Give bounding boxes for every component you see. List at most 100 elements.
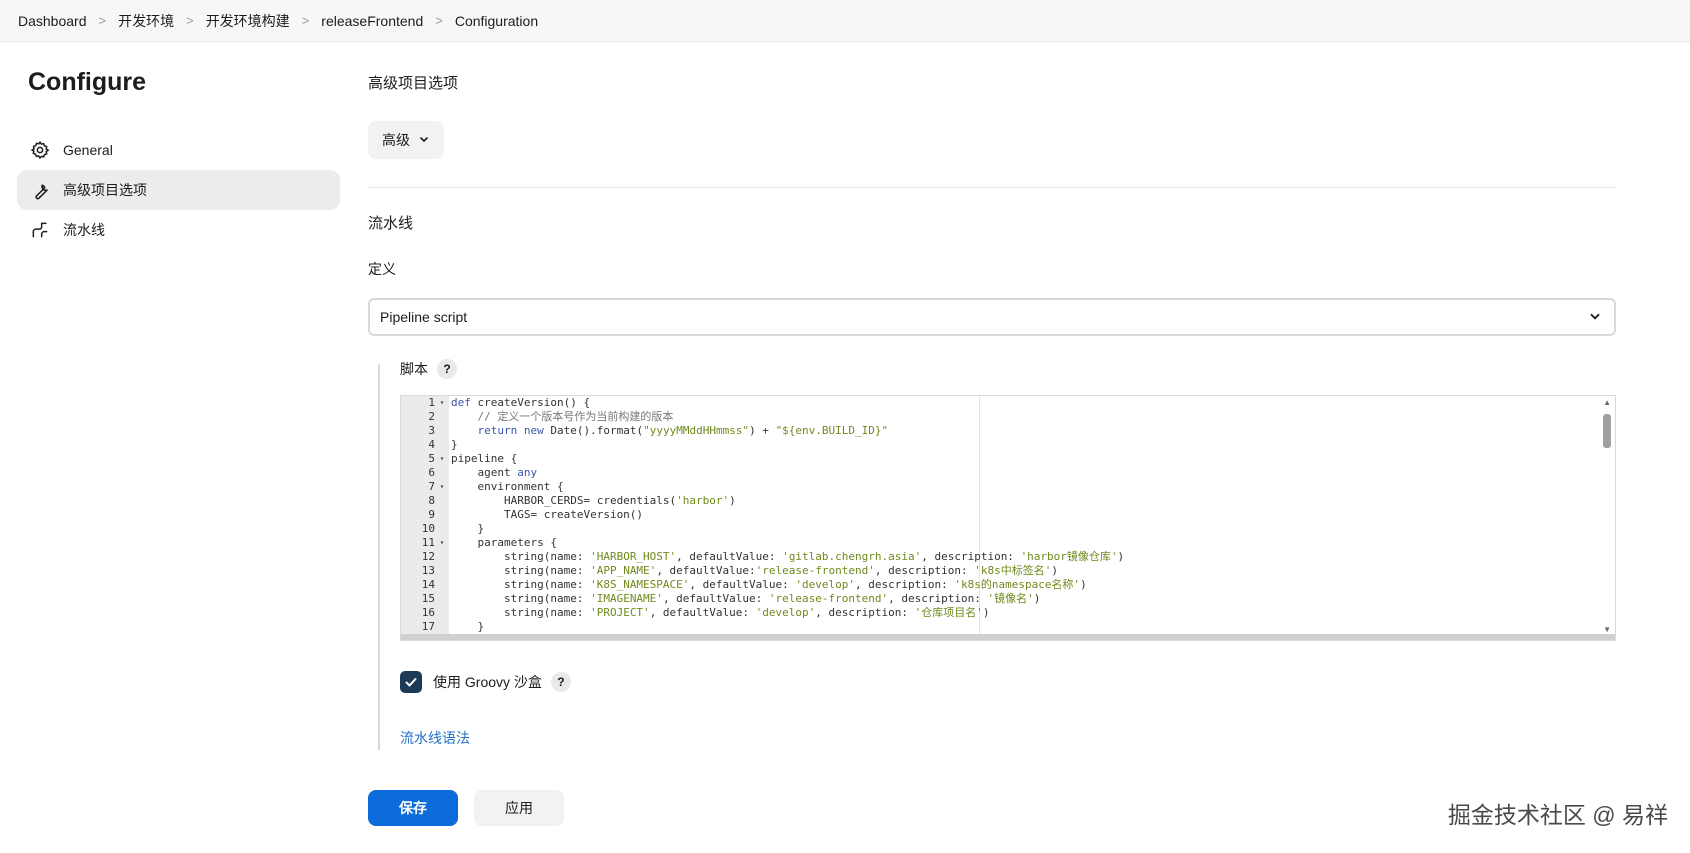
sidebar-item-pipeline[interactable]: 流水线	[17, 210, 340, 250]
line-number: 6	[428, 466, 435, 479]
wrench-icon	[29, 179, 51, 201]
code-text: string(name: 'APP_NAME', defaultValue:'r…	[451, 564, 1058, 577]
apply-button[interactable]: 应用	[474, 790, 564, 826]
script-label: 脚本	[400, 361, 428, 377]
line-number: 9	[428, 508, 435, 521]
breadcrumb: Dashboard > 开发环境 > 开发环境构建 > releaseFront…	[0, 0, 1690, 42]
editor-horizontal-scrollbar[interactable]	[401, 634, 1615, 640]
sandbox-label-row: 使用 Groovy 沙盒 ?	[433, 672, 571, 692]
line-number: 10	[421, 522, 435, 535]
code-line: 1 ▾ def createVersion() {	[401, 396, 1615, 410]
fold-arrow-icon[interactable]: ▾	[437, 536, 447, 550]
definition-select[interactable]: Pipeline script	[368, 298, 1616, 336]
code-text: // 定义一个版本号作为当前构建的版本	[477, 410, 674, 423]
code-text: environment {	[451, 480, 564, 493]
line-number: 5	[428, 452, 435, 465]
code-line: 17 }	[401, 620, 1615, 634]
line-number: 14	[421, 578, 435, 591]
code-text: string(name: 'K8S_NAMESPACE', defaultVal…	[451, 578, 1087, 591]
line-number: 2	[428, 410, 435, 423]
section-divider	[368, 187, 1616, 188]
chevron-right-icon: >	[98, 13, 107, 28]
code-line: 11 ▾ parameters {	[401, 536, 1615, 550]
code-line: 8 HARBOR_CERDS= credentials('harbor')	[401, 494, 1615, 508]
sidebar-item-label: 流水线	[63, 222, 105, 238]
code-line: 15 string(name: 'IMAGENAME', defaultValu…	[401, 592, 1615, 606]
code-line: 16 string(name: 'PROJECT', defaultValue:…	[401, 606, 1615, 620]
code-text: }	[451, 620, 485, 633]
save-button[interactable]: 保存	[368, 790, 458, 826]
check-icon	[405, 678, 417, 687]
help-icon[interactable]: ?	[550, 672, 571, 692]
page-title: Configure	[28, 68, 147, 96]
code-line: 5 ▾ pipeline {	[401, 452, 1615, 466]
breadcrumb-dev-env[interactable]: 开发环境	[118, 11, 174, 31]
gear-icon	[29, 139, 51, 161]
definition-select-value: Pipeline script	[380, 309, 468, 325]
sidebar-item-advanced[interactable]: 高级项目选项	[17, 170, 340, 210]
line-number: 15	[421, 592, 435, 605]
line-number: 8	[428, 494, 435, 507]
line-number: 1	[428, 396, 435, 409]
line-number: 13	[421, 564, 435, 577]
code-text: pipeline {	[451, 452, 518, 465]
line-number: 11	[421, 536, 435, 549]
sidebar-item-general[interactable]: General	[17, 130, 340, 170]
code-text: def createVersion() {	[451, 396, 591, 409]
code-line: 2 // 定义一个版本号作为当前构建的版本	[401, 410, 1615, 424]
chevron-right-icon: >	[435, 13, 443, 28]
code-text: string(name: 'IMAGENAME', defaultValue: …	[451, 592, 1041, 605]
definition-label: 定义	[368, 261, 396, 277]
script-label-row: 脚本 ?	[400, 359, 457, 379]
sidebar-item-label: General	[63, 142, 113, 158]
chevron-right-icon: >	[186, 13, 194, 28]
breadcrumb-dashboard[interactable]: Dashboard	[18, 13, 87, 29]
groovy-sandbox-checkbox[interactable]	[400, 671, 422, 693]
fold-arrow-icon[interactable]: ▾	[437, 452, 447, 466]
code-text: return new Date().format("yyyyMMddHHmmss…	[477, 424, 889, 437]
pipeline-icon	[29, 219, 51, 241]
code-text: parameters {	[451, 536, 557, 549]
advanced-button-label: 高级	[382, 132, 410, 148]
chevron-right-icon: >	[301, 13, 310, 28]
pipeline-syntax-link[interactable]: 流水线语法	[400, 728, 470, 748]
code-line: 3 return new Date().format("yyyyMMddHHmm…	[401, 424, 1615, 438]
fold-arrow-icon[interactable]: ▾	[437, 480, 447, 494]
breadcrumb-release-frontend[interactable]: releaseFrontend	[321, 13, 423, 29]
code-text: HARBOR_CERDS= credentials('harbor')	[451, 494, 736, 507]
advanced-toggle-button[interactable]: 高级	[368, 121, 444, 159]
help-icon[interactable]: ?	[437, 359, 457, 379]
line-number: 3	[428, 424, 435, 437]
code-text: }	[451, 438, 458, 451]
nested-section-rule	[378, 364, 380, 750]
code-text: string(name: 'HARBOR_HOST', defaultValue…	[451, 550, 1125, 563]
breadcrumb-configuration[interactable]: Configuration	[455, 13, 538, 29]
breadcrumb-dev-build[interactable]: 开发环境构建	[206, 11, 290, 31]
line-number: 7	[428, 480, 435, 493]
line-number: 17	[421, 620, 435, 633]
code-line: 9 TAGS= createVersion()	[401, 508, 1615, 522]
editor-code[interactable]: 1 ▾ def createVersion() {2 // 定义一个版本号作为当前构…	[401, 396, 1615, 640]
sidebar-item-label: 高级项目选项	[63, 182, 147, 198]
code-line: 13 string(name: 'APP_NAME', defaultValue…	[401, 564, 1615, 578]
script-editor[interactable]: 1 ▾ def createVersion() {2 // 定义一个版本号作为当前构…	[400, 395, 1616, 641]
code-text: }	[451, 522, 485, 535]
editor-vertical-scrollbar[interactable]	[1603, 414, 1611, 448]
groovy-sandbox-label[interactable]: 使用 Groovy 沙盒	[433, 672, 542, 692]
chevron-down-icon	[1588, 309, 1602, 326]
scroll-down-icon[interactable]: ▼	[1603, 625, 1611, 634]
fold-arrow-icon[interactable]: ▾	[437, 396, 447, 410]
scroll-up-icon[interactable]: ▲	[1603, 398, 1611, 407]
code-line: 14 string(name: 'K8S_NAMESPACE', default…	[401, 578, 1615, 592]
code-text: agent any	[451, 466, 538, 479]
